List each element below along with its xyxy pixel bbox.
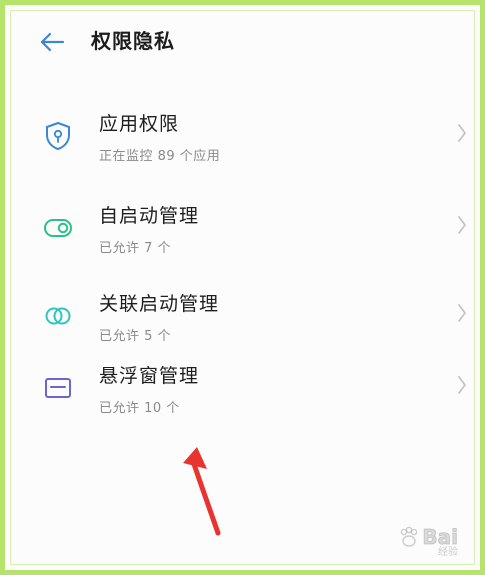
red-arrow-annotation-icon bbox=[183, 447, 221, 536]
item-title: 自启动管理 bbox=[99, 205, 200, 227]
header: 权限隐私 bbox=[5, 5, 480, 77]
watermark-suffix: 经验 bbox=[438, 547, 458, 558]
list-item-associated-start[interactable]: 关联启动管理 已允许 5 个 bbox=[13, 277, 472, 347]
item-subtitle: 正在监控 89 个应用 bbox=[99, 149, 221, 164]
chevron-right-icon bbox=[454, 301, 470, 325]
arrow-left-icon bbox=[40, 32, 65, 52]
item-subtitle: 已允许 5 个 bbox=[99, 329, 172, 344]
link-rings-icon bbox=[43, 301, 73, 331]
back-button[interactable] bbox=[35, 27, 69, 57]
item-title: 关联启动管理 bbox=[99, 293, 220, 315]
chevron-right-icon bbox=[454, 213, 470, 237]
chevron-right-icon bbox=[454, 121, 470, 145]
item-title: 应用权限 bbox=[99, 113, 180, 135]
list-item-auto-start[interactable]: 自启动管理 已允许 7 个 bbox=[13, 189, 472, 259]
chevron-right-icon bbox=[454, 373, 470, 397]
baidu-watermark: Bai 经验 bbox=[366, 520, 458, 558]
list-item-app-permissions[interactable]: 应用权限 正在监控 89 个应用 bbox=[13, 97, 472, 167]
shield-location-icon bbox=[43, 121, 73, 151]
item-subtitle: 已允许 10 个 bbox=[99, 401, 180, 416]
list-item-floating-window[interactable]: 悬浮窗管理 已允许 10 个 bbox=[13, 349, 472, 419]
item-title: 悬浮窗管理 bbox=[99, 365, 200, 387]
screenshot-frame: 权限隐私 应用权限 正在监控 89 个应用 自启动管理 已允许 7 个 关联启动… bbox=[0, 0, 485, 575]
toggle-icon bbox=[43, 213, 73, 243]
floating-window-icon bbox=[43, 373, 73, 403]
page-title: 权限隐私 bbox=[91, 29, 175, 53]
item-subtitle: 已允许 7 个 bbox=[99, 241, 172, 256]
paw-logo-icon bbox=[401, 526, 418, 547]
